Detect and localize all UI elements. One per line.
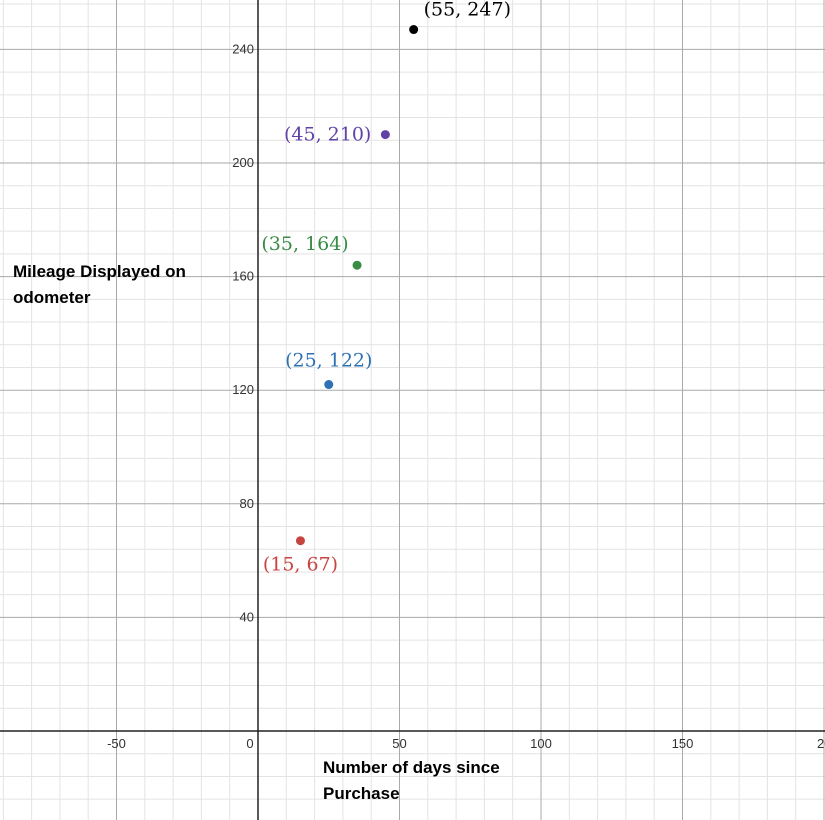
y-tick-label: 200: [232, 155, 254, 170]
y-axis-title: Mileage Displayed on odometer: [13, 262, 186, 307]
data-point-label: (25, 122): [285, 350, 372, 372]
data-point[interactable]: [380, 130, 390, 140]
x-tick-label: -50: [107, 736, 126, 751]
x-tick-label: 20: [817, 736, 825, 751]
x-tick-label: 100: [530, 736, 552, 751]
y-tick-label: 120: [232, 382, 254, 397]
x-tick-label: 150: [672, 736, 694, 751]
axes: [0, 0, 825, 820]
x-axis-title: Number of days since Purchase: [323, 758, 500, 803]
y-tick-label: 160: [232, 269, 254, 284]
y-tick-label: 80: [240, 496, 254, 511]
graph-canvas[interactable]: -50050100150204080120160200240 (15, 67)(…: [0, 0, 825, 820]
major-grid: [0, 0, 825, 820]
data-point-label: (45, 210): [284, 124, 371, 146]
data-point[interactable]: [352, 260, 362, 270]
data-point[interactable]: [324, 380, 334, 390]
minor-grid: [0, 0, 825, 820]
y-tick-label: 40: [240, 609, 254, 624]
data-points: (15, 67) (25, 122) (35, 164) (45, 210) (55, …: [261, 0, 511, 576]
x-tick-label: 50: [392, 736, 406, 751]
data-point[interactable]: [295, 536, 305, 546]
data-point-label: (15, 67): [263, 554, 338, 576]
y-tick-label: 240: [232, 41, 254, 56]
tick-labels: -50 0 50 100 150 20 40 80 120 160 200 240: [107, 41, 825, 751]
data-point[interactable]: [409, 25, 419, 35]
data-point-label: (55, 247): [424, 0, 511, 21]
x-tick-label: 0: [246, 736, 253, 751]
data-point-label: (35, 164): [261, 233, 348, 255]
